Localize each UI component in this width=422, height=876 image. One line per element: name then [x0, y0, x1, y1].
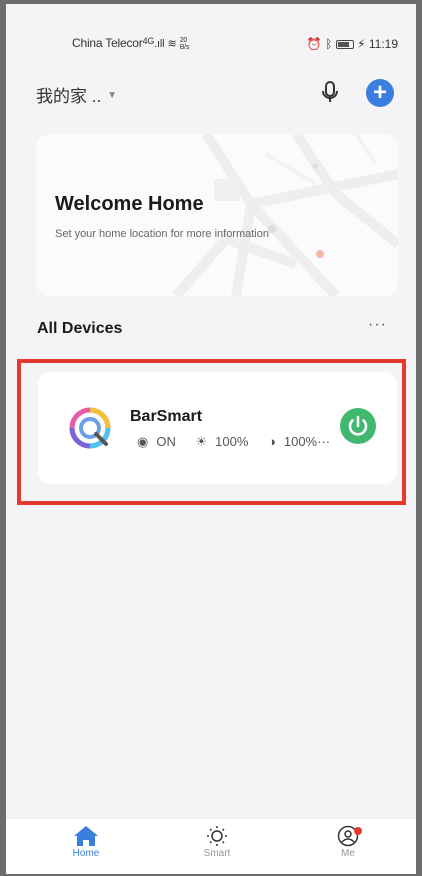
bluetooth-icon: ᛒ — [325, 37, 333, 51]
tab-smart[interactable]: Smart — [177, 819, 257, 874]
alarm-icon: ⏰ — [306, 37, 322, 51]
signal-label: 4G — [142, 36, 155, 46]
tab-home-label: Home — [72, 848, 100, 859]
net-speed-value: 20 — [179, 36, 188, 44]
net-speed-unit: B/s — [179, 43, 190, 51]
sun-icon — [207, 826, 227, 846]
microphone-icon[interactable] — [318, 80, 342, 104]
home-name: 我的家 .. — [36, 87, 102, 106]
tab-me[interactable]: Me — [308, 819, 388, 874]
welcome-card[interactable]: Welcome Home Set your home location for … — [36, 134, 398, 296]
status-left: China Telecor4G.ıll ≋ 20 B/s — [72, 36, 189, 51]
status-bar: China Telecor4G.ıll ≋ 20 B/s ⏰ ᛒ ⚡ 11:19 — [6, 4, 416, 76]
home-icon — [74, 826, 98, 846]
tab-smart-label: Smart — [203, 848, 231, 859]
net-speed: 20 B/s — [180, 37, 190, 51]
highlight-frame — [17, 359, 406, 505]
carrier-label: China Telecor — [72, 36, 143, 50]
battery-icon — [335, 40, 354, 50]
wifi-icon: ≋ — [167, 38, 177, 50]
all-devices-title: All Devices — [37, 320, 123, 337]
charging-icon: ⚡ — [357, 37, 366, 51]
status-right: ⏰ ᛒ ⚡ 11:19 — [307, 37, 398, 51]
bottom-tab-bar: Home Smart Me — [6, 818, 416, 874]
notification-badge — [354, 827, 362, 835]
tab-home[interactable]: Home — [46, 819, 126, 874]
welcome-title: Welcome Home — [55, 193, 204, 215]
tab-me-label: Me — [341, 848, 355, 859]
add-device-button[interactable]: + — [366, 79, 394, 107]
clock: 11:19 — [368, 37, 398, 51]
more-options-icon[interactable]: ··· — [368, 316, 387, 334]
signal-bars-icon: .ıll — [154, 38, 165, 50]
welcome-subtitle: Set your home location for more informat… — [55, 228, 269, 240]
home-selector[interactable]: 我的家 .. ▼ — [36, 82, 117, 107]
chevron-down-icon: ▼ — [107, 90, 118, 101]
